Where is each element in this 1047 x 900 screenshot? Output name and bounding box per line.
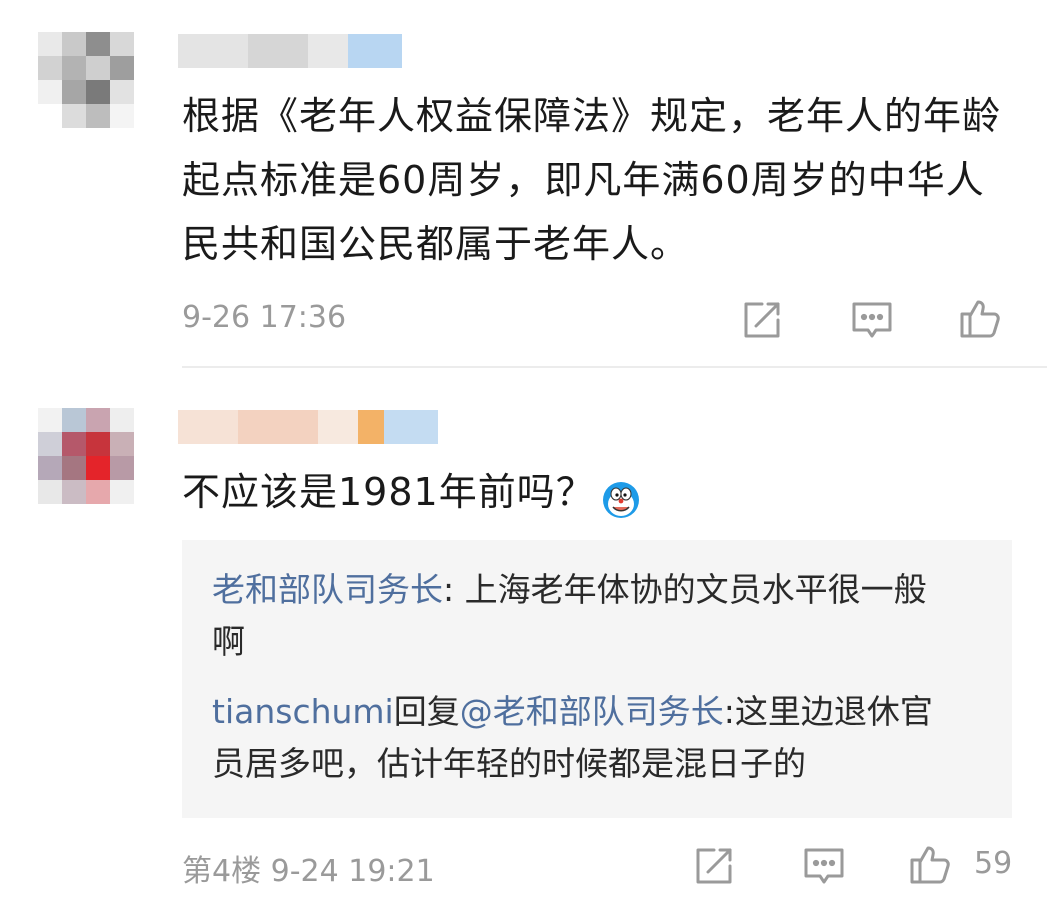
reply-separator: : — [723, 692, 735, 731]
reply-author[interactable]: tianschumi — [212, 692, 394, 731]
floor-number: 第4楼 — [182, 854, 262, 889]
reply-author[interactable]: 老和部队司务长 — [212, 570, 443, 609]
comment-text: 根据《老年人权益保障法》规定，老年人的年龄起点标准是60周岁，即凡年满60周岁的… — [182, 94, 1002, 266]
like-icon[interactable] — [906, 840, 954, 888]
comment-item-2: 不应该是1981年前吗？ 老和部队司务长: 上海老年体协的文员水平很一般啊 ti… — [0, 368, 1047, 900]
comment-text-content: 不应该是1981年前吗？ — [182, 470, 595, 514]
share-icon[interactable] — [738, 296, 786, 344]
comment-time: 9-26 17:36 — [182, 300, 347, 335]
share-icon[interactable] — [690, 842, 738, 890]
username-blurred[interactable] — [178, 34, 402, 68]
comment-meta: 第4楼 9-24 19:21 — [182, 846, 435, 890]
comment-time: 9-24 19:21 — [270, 854, 435, 889]
comment-text: 不应该是1981年前吗？ — [182, 460, 1017, 524]
username-blurred[interactable] — [178, 410, 438, 444]
doraemon-emoji-icon — [601, 475, 641, 518]
like-icon[interactable] — [956, 294, 1004, 342]
reply-preview-box[interactable]: 老和部队司务长: 上海老年体协的文员水平很一般啊 tianschumi回复@老和… — [182, 540, 1012, 818]
reply-item-2[interactable]: tianschumi回复@老和部队司务长:这里边退休官员居多吧，估计年轻的时候都… — [212, 686, 952, 790]
reply-item-1[interactable]: 老和部队司务长: 上海老年体协的文员水平很一般啊 — [212, 564, 952, 668]
comment-icon[interactable] — [848, 296, 896, 344]
reply-mention[interactable]: @老和部队司务长 — [460, 692, 724, 731]
like-count: 59 — [974, 846, 1013, 881]
comment-icon[interactable] — [800, 842, 848, 890]
avatar[interactable] — [38, 408, 134, 504]
avatar[interactable] — [38, 32, 134, 128]
reply-separator: : — [443, 570, 465, 609]
reply-verb: 回复 — [393, 692, 460, 731]
comment-item-1: 根据《老年人权益保障法》规定，老年人的年龄起点标准是60周岁，即凡年满60周岁的… — [0, 0, 1047, 368]
